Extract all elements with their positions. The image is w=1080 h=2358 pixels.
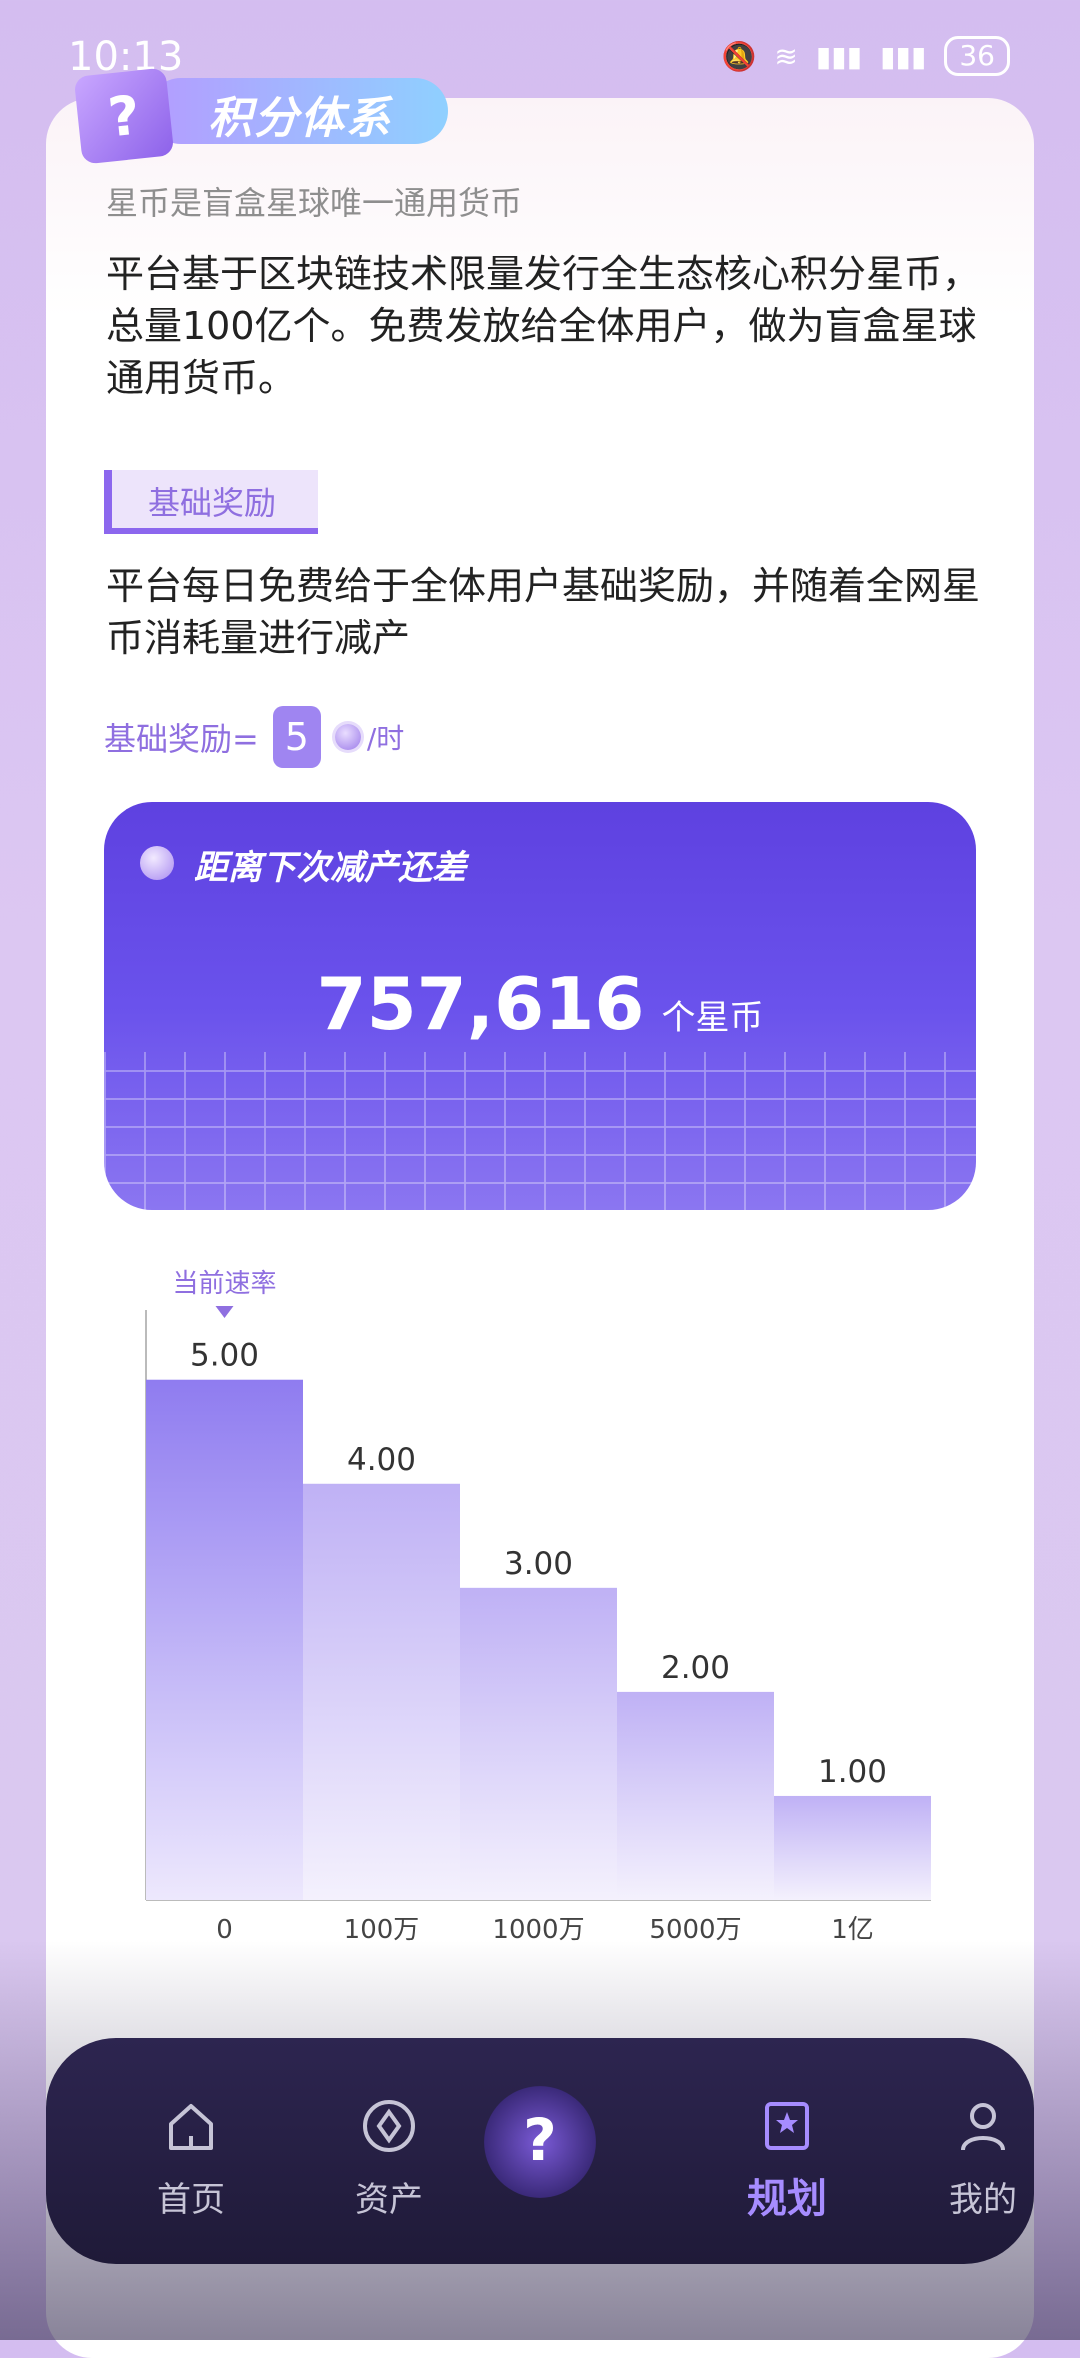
- signal-icon-2: ▮▮▮: [880, 39, 927, 73]
- nav-label-assets: 资产: [355, 2180, 423, 2220]
- user-icon: [961, 2103, 1005, 2151]
- intro-paragraph: 平台基于区块链技术限量发行全生态核心积分星币，总量100亿个。免费发放给全体用户…: [106, 252, 981, 400]
- x-tick-label: 1000万: [492, 1915, 584, 1945]
- chart-bar: [774, 1795, 931, 1900]
- nav-label-plan: 规划: [747, 2176, 827, 2222]
- current-rate-pointer: [215, 1306, 234, 1318]
- countdown-value-row: 757,616 个星币: [104, 962, 976, 1046]
- badge-title: 积分体系: [208, 93, 392, 144]
- x-tick-label: 0: [216, 1915, 233, 1945]
- nav-label-mine: 我的: [949, 2180, 1017, 2220]
- formula-unit: /时: [366, 722, 405, 755]
- bar-value-label: 5.00: [190, 1338, 259, 1374]
- chart-bar: [460, 1587, 617, 1900]
- signal-icon: ▮▮▮: [815, 39, 863, 73]
- chart-bar: [617, 1691, 774, 1900]
- status-icons: 🔕 ≋ ▮▮▮ ▮▮▮ 36: [722, 36, 1010, 76]
- base-reward-tag: 基础奖励: [104, 470, 318, 534]
- x-tick-label: 100万: [344, 1915, 420, 1945]
- current-rate-annotation: 当前速率: [172, 1269, 276, 1299]
- battery-icon: 36: [944, 36, 1010, 76]
- bar-value-label: 1.00: [818, 1754, 887, 1790]
- nav-label-home: 首页: [157, 2180, 225, 2220]
- star-coin-icon: [140, 846, 174, 880]
- mute-icon: 🔕: [721, 39, 757, 73]
- bar-value-label: 4.00: [347, 1442, 416, 1478]
- countdown-value: 757,616: [316, 962, 645, 1046]
- content-card: [46, 98, 1034, 2358]
- chart-svg: 5.00 0 4.00 100万 3.00 1000万 2.00 5000万 1.00 1亿 当前速…: [145, 1269, 931, 1945]
- mystery-box-icon: ?: [73, 67, 175, 165]
- base-reward-paragraph: 平台每日免费给于全体用户基础奖励，并随着全网星币消耗量进行减产: [106, 564, 981, 660]
- bottom-nav: 首页 资产 ? 规划 我的: [46, 2038, 1034, 2264]
- nav-item-assets[interactable]: 资产: [294, 2038, 484, 2264]
- formula-label: 基础奖励=: [104, 720, 259, 758]
- formula-value: 5: [272, 706, 321, 768]
- mystery-box-icon: ?: [523, 2106, 557, 2174]
- grid-decoration: [104, 1052, 976, 1210]
- nav-item-plan[interactable]: 规划: [692, 2038, 882, 2264]
- nav-item-mine[interactable]: 我的: [888, 2038, 1078, 2264]
- star-book-icon: [765, 2102, 809, 2150]
- section-badge: ? 积分体系: [73, 60, 448, 165]
- countdown-banner: 距离下次减产还差 757,616 个星币: [104, 802, 976, 1210]
- x-tick-label: 1亿: [831, 1915, 874, 1945]
- countdown-unit: 个星币: [661, 998, 764, 1038]
- base-reward-tag-label: 基础奖励: [148, 484, 277, 522]
- bar-value-label: 2.00: [661, 1650, 730, 1686]
- nav-item-home[interactable]: 首页: [96, 2038, 286, 2264]
- chart-bar: [146, 1379, 303, 1900]
- intro-subtitle: 星币是盲盒星球唯一通用货币: [106, 184, 523, 222]
- bar-value-label: 3.00: [504, 1546, 573, 1582]
- wifi-icon: ≋: [774, 39, 798, 73]
- reward-formula: 基础奖励= 5 /时: [104, 706, 404, 768]
- reduction-chart: 5.00 0 4.00 100万 3.00 1000万 2.00 5000万 1.00 1亿 当前速…: [100, 1260, 960, 1960]
- home-icon: [169, 2104, 213, 2150]
- chart-bar: [303, 1483, 460, 1900]
- countdown-title: 距离下次减产还差: [194, 848, 466, 888]
- mystery-box-button[interactable]: ?: [484, 2086, 596, 2198]
- x-tick-label: 5000万: [649, 1915, 741, 1945]
- diamond-icon: [363, 2100, 415, 2152]
- star-coin-icon: [334, 724, 361, 750]
